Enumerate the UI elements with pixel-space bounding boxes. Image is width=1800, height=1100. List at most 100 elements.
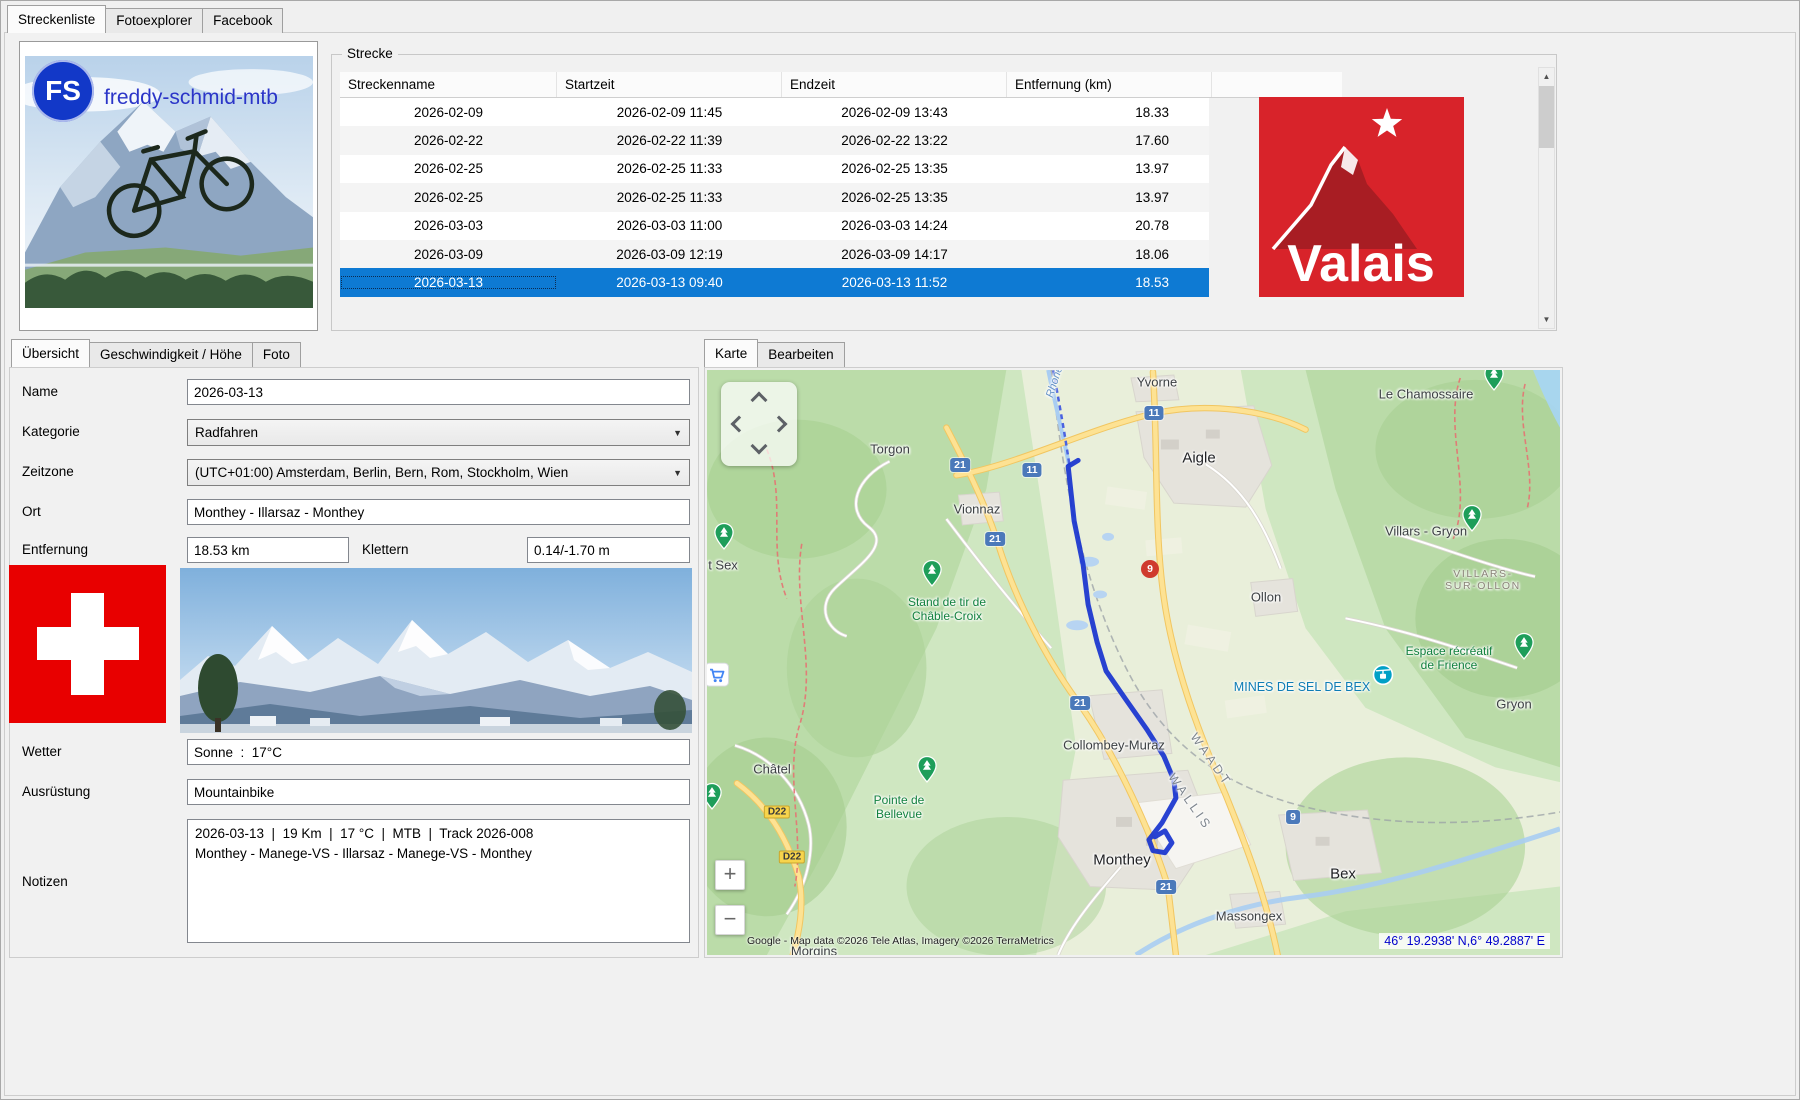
table-cell: 2026-02-22	[340, 133, 557, 148]
pan-down-icon[interactable]	[751, 438, 768, 455]
tab-bearbeiten[interactable]: Bearbeiten	[757, 342, 844, 367]
scrollbar-thumb[interactable]	[1539, 86, 1554, 148]
name-input[interactable]	[187, 379, 690, 405]
scroll-up-button[interactable]: ▲	[1539, 68, 1554, 85]
tab-label: Streckenliste	[18, 12, 95, 27]
table-cell: 17.60	[1007, 133, 1209, 148]
tab-karte[interactable]: Karte	[704, 339, 758, 367]
klettern-label: Klettern	[362, 542, 409, 557]
column-header-streckenname[interactable]: Streckenname	[340, 72, 557, 97]
table-row[interactable]: 2026-02-252026-02-25 11:332026-02-25 13:…	[340, 155, 1209, 183]
table-cell: 18.06	[1007, 247, 1209, 262]
table-cell: 2026-03-03 11:00	[557, 218, 782, 233]
entfernung-label: Entfernung	[22, 542, 88, 557]
ort-input[interactable]	[187, 499, 690, 525]
table-cell: 2026-03-09 12:19	[557, 247, 782, 262]
table-cell: 2026-02-25 13:35	[782, 190, 1007, 205]
table-row[interactable]: 2026-02-252026-02-25 11:332026-02-25 13:…	[340, 183, 1209, 211]
zoom-out-button[interactable]: −	[715, 905, 745, 935]
table-cell: 2026-02-25	[340, 190, 557, 205]
entfernung-input[interactable]	[187, 537, 349, 563]
pan-left-icon[interactable]	[731, 416, 748, 433]
scroll-down-button[interactable]: ▼	[1539, 311, 1554, 328]
table-cell: 2026-02-22 13:22	[782, 133, 1007, 148]
table-cell: 13.97	[1007, 161, 1209, 176]
zeitzone-value: (UTC+01:00) Amsterdam, Berlin, Bern, Rom…	[195, 465, 568, 480]
tab-label: Karte	[715, 346, 747, 361]
wetter-input[interactable]	[187, 739, 690, 765]
ausruestung-label: Ausrüstung	[22, 784, 90, 799]
tab-label: Übersicht	[22, 346, 79, 361]
zoom-in-button[interactable]: +	[715, 860, 745, 890]
tab-fotoexplorer[interactable]: Fotoexplorer	[105, 8, 203, 33]
table-cell: 2026-03-13 11:52	[782, 275, 1007, 290]
table-row[interactable]: 2026-03-132026-03-13 09:402026-03-13 11:…	[340, 268, 1209, 296]
map-pan-control[interactable]	[721, 382, 797, 466]
zeitzone-select[interactable]: (UTC+01:00) Amsterdam, Berlin, Bern, Rom…	[187, 459, 690, 486]
table-cell: 2026-03-03 14:24	[782, 218, 1007, 233]
ausruestung-input[interactable]	[187, 779, 690, 805]
table-scrollbar[interactable]: ▲ ▼	[1538, 67, 1555, 329]
table-cell: 2026-03-09	[340, 247, 557, 262]
profile-panel: FS freddy-schmid-mtb	[19, 41, 318, 331]
panorama-photo	[180, 568, 692, 733]
tab-label: Facebook	[213, 13, 272, 28]
app-window: Streckenliste Fotoexplorer Facebook	[0, 0, 1800, 1100]
groupbox-label: Strecke	[342, 46, 398, 61]
tab-label: Bearbeiten	[768, 347, 833, 362]
tab-label: Fotoexplorer	[116, 13, 192, 28]
tab-foto[interactable]: Foto	[252, 342, 301, 367]
zeitzone-label: Zeitzone	[22, 464, 74, 479]
column-header-empty	[1212, 72, 1342, 97]
table-cell: 2026-02-25 13:35	[782, 161, 1007, 176]
column-header-entfernung[interactable]: Entfernung (km)	[1007, 72, 1212, 97]
wetter-label: Wetter	[22, 744, 62, 759]
table-row[interactable]: 2026-03-092026-03-09 12:192026-03-09 14:…	[340, 240, 1209, 268]
strecke-rows: 2026-02-092026-02-09 11:452026-02-09 13:…	[340, 98, 1209, 297]
karte-panel: YvorneRhoneLe ChamossaireAigleTorgonVion…	[704, 367, 1563, 958]
tab-uebersicht[interactable]: Übersicht	[11, 339, 90, 367]
table-cell: 2026-02-09	[340, 105, 557, 120]
klettern-input[interactable]	[527, 537, 690, 563]
tab-label: Foto	[263, 347, 290, 362]
tab-geschwindigkeit-hoehe[interactable]: Geschwindigkeit / Höhe	[89, 342, 253, 367]
table-cell: 2026-02-25 11:33	[557, 161, 782, 176]
table-cell: 2026-02-25 11:33	[557, 190, 782, 205]
table-cell: 2026-02-09 13:43	[782, 105, 1007, 120]
valais-logo: Valais	[1259, 97, 1464, 297]
table-row[interactable]: 2026-02-092026-02-09 11:452026-02-09 13:…	[340, 98, 1209, 126]
table-cell: 2026-03-13 09:40	[557, 275, 782, 290]
map-terrain	[707, 370, 1560, 955]
scroll-up-icon: ▲	[1543, 72, 1551, 81]
tab-streckenliste[interactable]: Streckenliste	[7, 5, 106, 33]
swiss-flag	[9, 565, 166, 723]
scroll-down-icon: ▼	[1543, 315, 1551, 324]
table-header: Streckenname Startzeit Endzeit Entfernun…	[340, 72, 1342, 98]
map-coordinates: 46° 19.2938' N,6° 49.2887' E	[1379, 933, 1550, 949]
pan-up-icon[interactable]	[751, 392, 768, 409]
ort-label: Ort	[22, 504, 41, 519]
table-cell: 2026-03-09 14:17	[782, 247, 1007, 262]
notizen-textarea[interactable]: 2026-03-13 | 19 Km | 17 °C | MTB | Track…	[187, 819, 690, 943]
tab-facebook[interactable]: Facebook	[202, 8, 283, 33]
table-cell: 18.33	[1007, 105, 1209, 120]
detail-tabstrip: Übersicht Geschwindigkeit / Höhe Foto	[11, 339, 300, 367]
strecke-groupbox: Strecke Streckenname Startzeit Endzeit E…	[331, 54, 1557, 331]
table-row[interactable]: 2026-02-222026-02-22 11:392026-02-22 13:…	[340, 126, 1209, 154]
map-tabstrip: Karte Bearbeiten	[704, 339, 844, 367]
notizen-label: Notizen	[22, 874, 68, 889]
chevron-down-icon: ▼	[673, 468, 682, 478]
kategorie-select[interactable]: Radfahren ▼	[187, 419, 690, 446]
column-header-endzeit[interactable]: Endzeit	[782, 72, 1007, 97]
kategorie-label: Kategorie	[22, 424, 80, 439]
table-cell: 20.78	[1007, 218, 1209, 233]
pan-right-icon[interactable]	[771, 416, 788, 433]
brand-logo-icon: FS	[32, 60, 94, 122]
column-header-startzeit[interactable]: Startzeit	[557, 72, 782, 97]
table-row[interactable]: 2026-03-032026-03-03 11:002026-03-03 14:…	[340, 212, 1209, 240]
table-cell: 2026-02-25	[340, 161, 557, 176]
brand-initials: FS	[45, 75, 81, 107]
table-cell: 2026-02-22 11:39	[557, 133, 782, 148]
uebersicht-panel: Name Kategorie Radfahren ▼ Zeitzone (UTC…	[9, 367, 699, 958]
map-canvas[interactable]: YvorneRhoneLe ChamossaireAigleTorgonVion…	[707, 370, 1560, 955]
